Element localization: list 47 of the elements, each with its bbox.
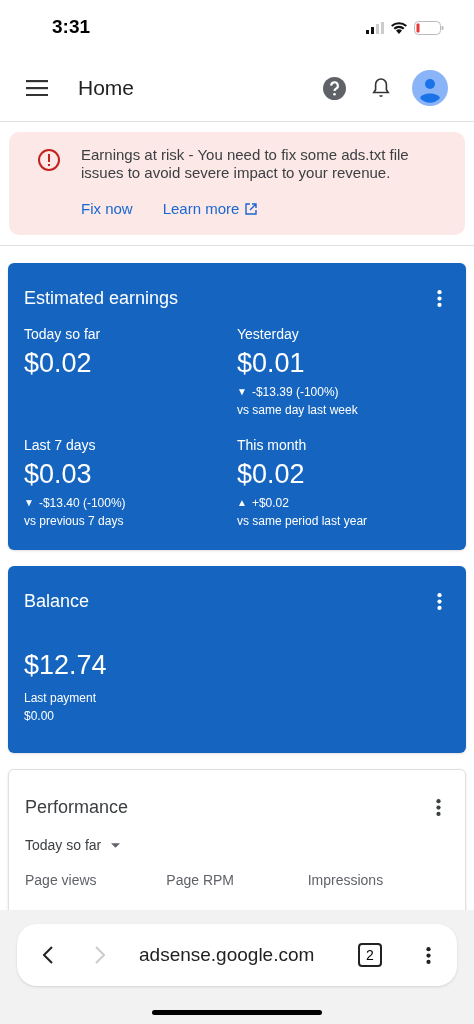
tab-count[interactable]: 2 [358, 943, 382, 967]
metric-value: $0.03 [24, 457, 93, 490]
status-time: 3:31 [52, 15, 91, 40]
period-dropdown[interactable]: Today so far [25, 835, 121, 856]
metric-value: $0.02 [24, 346, 93, 379]
signal-icon [366, 21, 384, 34]
last-payment-label: Last payment [24, 690, 98, 707]
dropdown-caret-icon [111, 843, 121, 848]
metric-label: Page RPM [166, 871, 236, 890]
alert-link[interactable]: Fix now [81, 198, 133, 221]
metric-label: Yesterday [237, 324, 300, 344]
balance-value: $12.74 [24, 648, 108, 682]
trend-arrow: ▼ [24, 496, 34, 510]
warning-icon [37, 148, 61, 172]
trend-arrow: ▲ [237, 496, 247, 510]
more-options-icon[interactable] [426, 946, 431, 964]
trend-arrow: ▼ [237, 385, 247, 399]
menu-icon[interactable] [26, 80, 48, 96]
notifications-icon[interactable] [372, 77, 390, 99]
change-text: -$13.40 (-100%) [38, 494, 126, 512]
wifi-icon [390, 21, 408, 34]
comparison-text: vs same day last week [237, 401, 359, 419]
change-text: +$0.02 [251, 494, 289, 512]
change-text: -$13.39 (-100%) [251, 383, 339, 401]
metric-label: This month [237, 435, 308, 455]
metric-label: Impressions [307, 871, 385, 890]
card-title: Estimated earnings [24, 286, 179, 310]
metric-label: Last 7 days [24, 435, 97, 455]
help-icon[interactable] [323, 76, 346, 100]
alert-link[interactable]: Learn more [162, 198, 258, 221]
alert-message: Earnings at risk - You need to fix some ads.txt file issues to avoid severe impact to your revenue. [81, 146, 410, 182]
last-payment-value: $0.00 [24, 708, 56, 725]
card-title: Balance [24, 589, 90, 613]
metric-label: Today so far [24, 324, 102, 344]
battery-icon [414, 20, 444, 35]
more-options-icon[interactable] [436, 799, 441, 816]
metric-value: $0.01 [237, 346, 306, 379]
comparison-text: vs same period last year [237, 512, 369, 530]
back-icon[interactable] [43, 946, 53, 964]
external-link-icon [245, 203, 258, 216]
card-title: Performance [25, 796, 129, 819]
comparison-text: vs previous 7 days [24, 512, 125, 530]
metric-label: Page views [25, 871, 98, 890]
url-text[interactable]: adsense.google.com [139, 940, 358, 970]
avatar-icon[interactable] [412, 70, 448, 106]
metric-value: $0.02 [237, 457, 306, 490]
page-title: Home [78, 75, 136, 102]
